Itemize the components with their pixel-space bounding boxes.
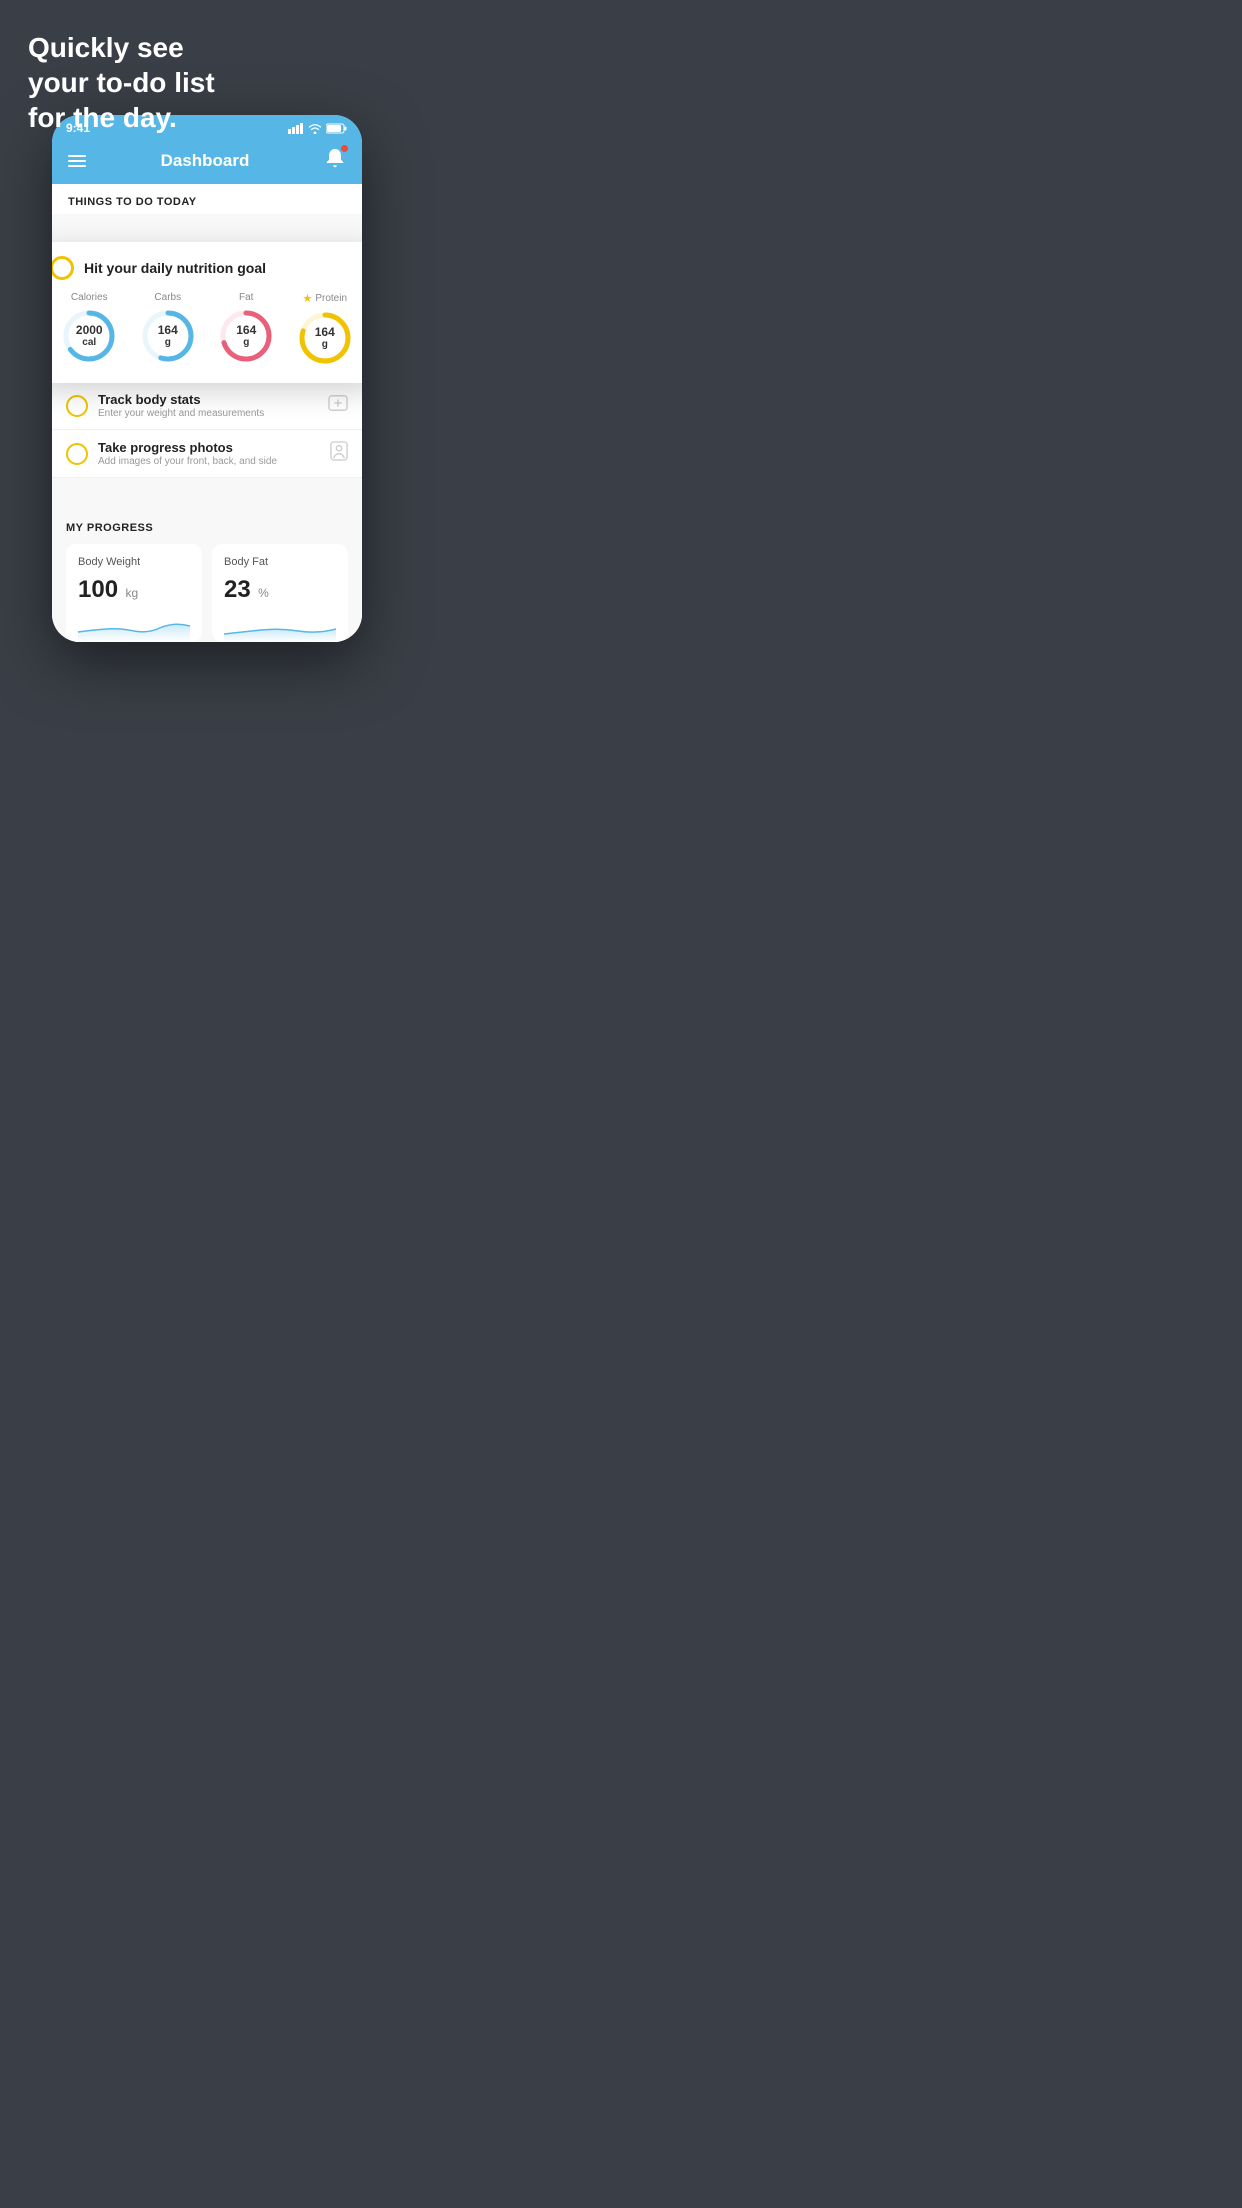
bell-button[interactable] [324,147,346,174]
person-icon [330,441,348,466]
nav-title: Dashboard [86,151,324,171]
body-weight-title: Body Weight [78,556,190,568]
task-sub: Enter your weight and measurements [98,408,318,419]
scale-icon [328,394,348,417]
fat-ring: Fat 164 g [217,292,275,365]
body-weight-chart [78,612,190,642]
progress-section: MY PROGRESS Body Weight 100 kg [52,508,362,642]
app-content: THINGS TO DO TODAY Hit your daily nutrit… [52,184,362,642]
body-weight-value: 100 kg [78,576,190,604]
task-name: Take progress photos [98,440,320,455]
nutrition-rings: Calories 2000 cal [52,292,362,367]
hamburger-menu[interactable] [68,155,86,167]
nutrition-card-header: Hit your daily nutrition goal [52,256,362,280]
task-body-stats[interactable]: Track body stats Enter your weight and m… [52,382,362,430]
task-name: Track body stats [98,392,318,407]
calories-circle: 2000 cal [60,307,118,365]
task-pending-icon [66,395,88,417]
protein-value: 164 g [315,325,335,351]
battery-icon [326,123,348,134]
calories-value: 2000 cal [76,323,103,349]
signal-icon [288,123,304,134]
calories-ring: Calories 2000 cal [60,292,118,365]
status-icons [288,123,348,134]
protein-circle: 164 g [296,309,354,367]
calories-label: Calories [71,292,108,303]
fat-label: Fat [239,292,253,303]
nav-bar: Dashboard [52,139,362,184]
wifi-icon [308,123,322,134]
progress-header: MY PROGRESS [66,522,348,534]
body-fat-title: Body Fat [224,556,336,568]
notification-dot [341,145,348,152]
phone-mockup: 9:41 D [52,115,362,642]
carbs-circle: 164 g [139,307,197,365]
hero-line1: Quickly see [28,32,184,63]
protein-ring: ★ Protein 164 g [296,292,354,367]
body-fat-chart [224,612,336,642]
star-icon: ★ [302,292,312,305]
body-fat-card[interactable]: Body Fat 23 % [212,544,348,642]
nutrition-card: Hit your daily nutrition goal Calories 2 [52,242,362,383]
nutrition-title: Hit your daily nutrition goal [84,260,266,276]
hero-line2: your to-do list [28,67,215,98]
nutrition-checkbox[interactable] [52,256,74,280]
carbs-label: Carbs [154,292,181,303]
body-fat-value: 23 % [224,576,336,604]
task-pending-icon [66,443,88,465]
fat-value: 164 g [236,323,256,349]
hero-text: Quickly see your to-do list for the day. [28,30,215,135]
task-info: Track body stats Enter your weight and m… [98,392,318,419]
progress-cards: Body Weight 100 kg [66,544,348,642]
things-header: THINGS TO DO TODAY [52,184,362,214]
fat-circle: 164 g [217,307,275,365]
carbs-value: 164 g [158,323,178,349]
protein-label: ★ Protein [302,292,347,305]
hero-line3: for the day. [28,102,177,133]
task-info: Take progress photos Add images of your … [98,440,320,467]
body-weight-card[interactable]: Body Weight 100 kg [66,544,202,642]
task-sub: Add images of your front, back, and side [98,456,320,467]
carbs-ring: Carbs 164 g [139,292,197,365]
task-photos[interactable]: Take progress photos Add images of your … [52,430,362,478]
spacer [52,478,362,508]
